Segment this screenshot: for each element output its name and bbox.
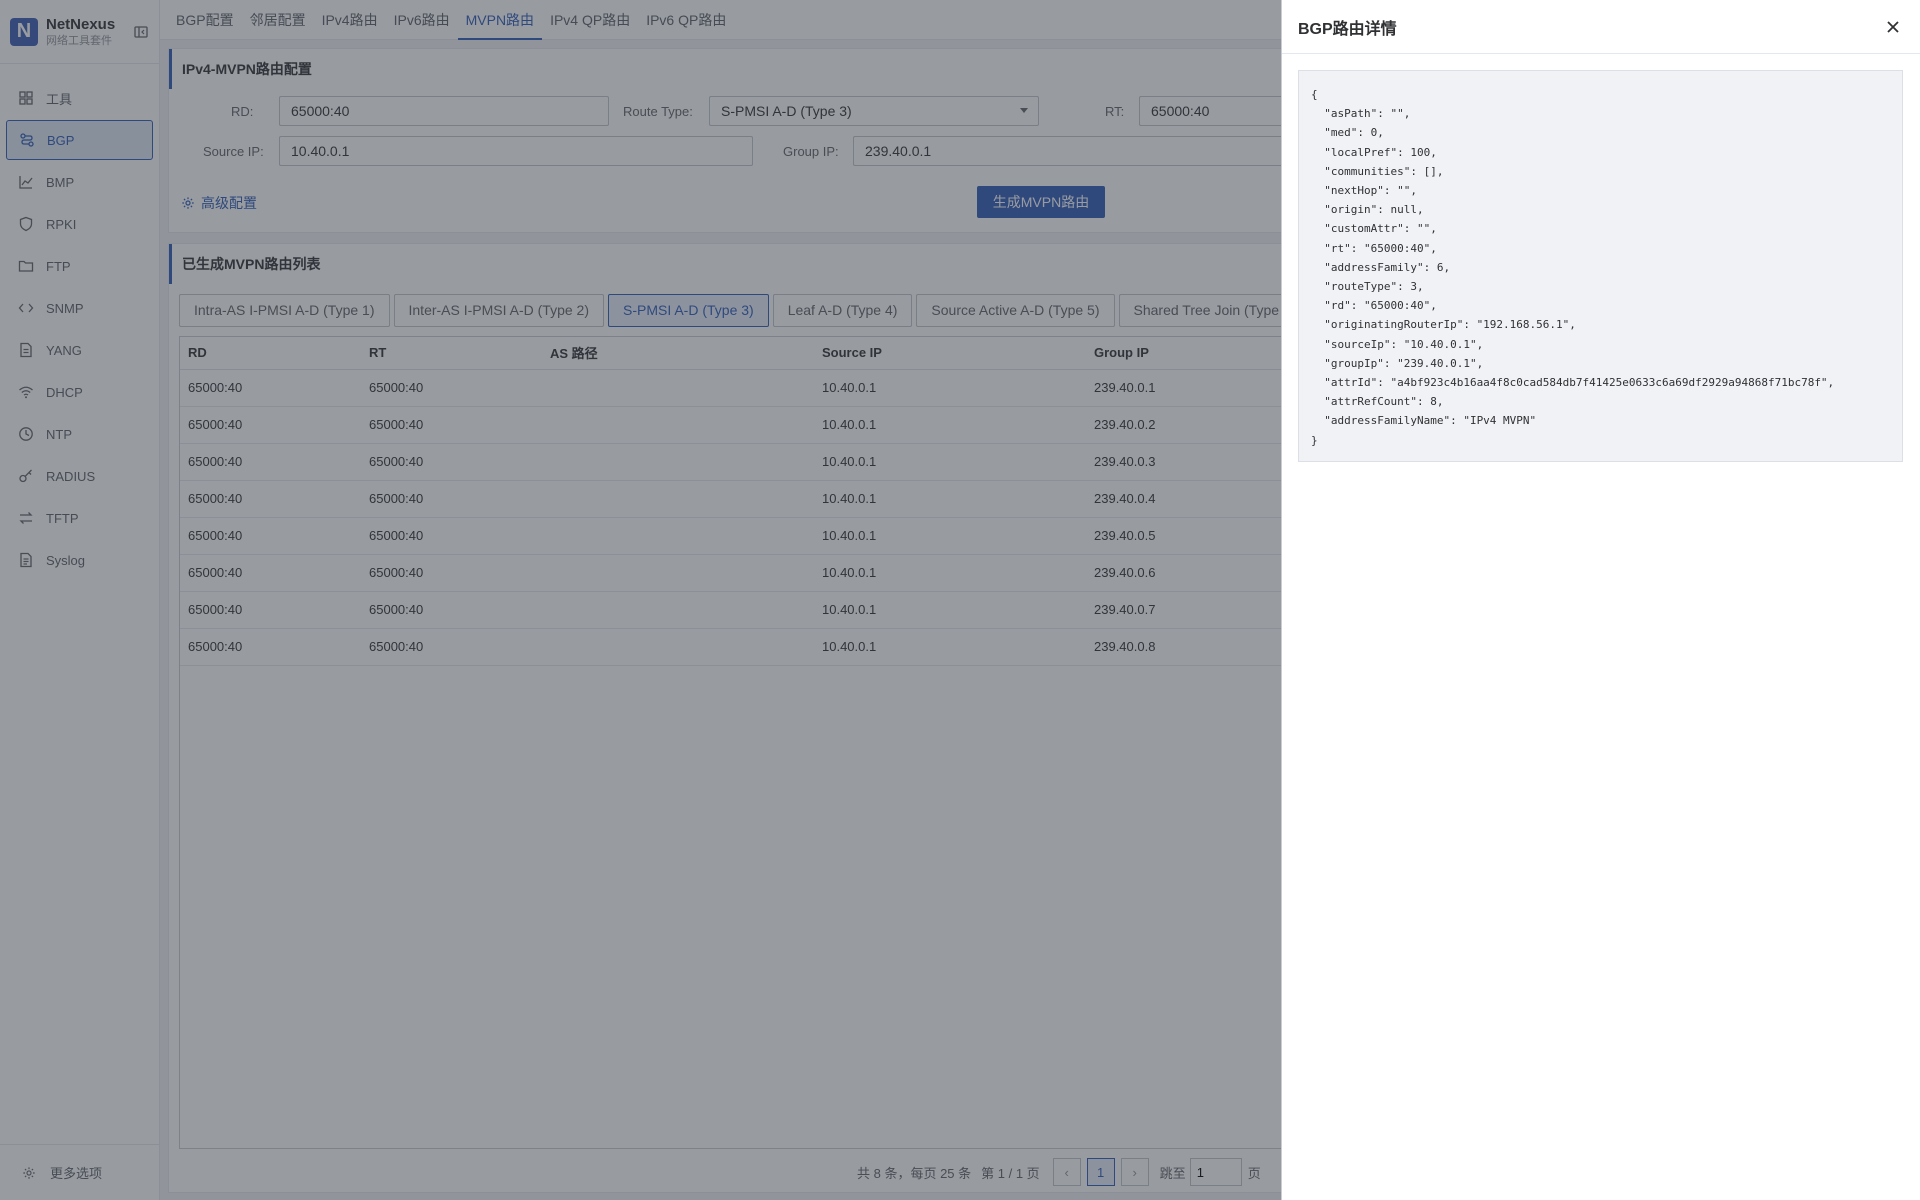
drawer-header: BGP路由详情 [1282,0,1920,54]
close-icon[interactable] [1886,20,1900,34]
drawer-title: BGP路由详情 [1298,20,1397,38]
route-detail-drawer: BGP路由详情 { "asPath": "", "med": 0, "local… [1281,0,1920,1200]
route-json-viewer: { "asPath": "", "med": 0, "localPref": 1… [1298,70,1903,462]
